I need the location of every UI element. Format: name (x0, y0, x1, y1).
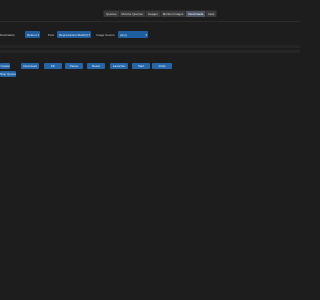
chevron-down-icon: ▾ (145, 32, 147, 37)
destination-label: Destination (0, 33, 16, 37)
create-button[interactable]: Create (0, 63, 10, 69)
start-button[interactable]: Start (132, 63, 150, 69)
stop-queue-button[interactable]: Stop Queue (Monitor) (0, 71, 16, 77)
pause-button[interactable]: Pause (65, 63, 83, 69)
tab-help[interactable]: Help (206, 10, 217, 17)
section-band (0, 50, 300, 53)
destination-value: Reference (all) (27, 32, 37, 37)
download-button[interactable]: Download (21, 63, 39, 69)
filter-controls: Destination Reference (all) ▾ Pool Repro… (0, 31, 300, 39)
chevron-down-icon: ▾ (88, 32, 90, 37)
destination-select[interactable]: Reference (all) ▾ (25, 31, 40, 38)
pool-select[interactable]: Reproduction Build(A) ▾ (57, 31, 91, 38)
tab-queries[interactable]: Queries (104, 10, 119, 17)
top-nav: Queries Monitor Queries Images Monitor I… (103, 10, 218, 17)
tab-monitor-queries[interactable]: Monitor Queries (119, 10, 145, 17)
launcher-button[interactable]: Launcher (110, 63, 128, 69)
pool-label: Pool (48, 33, 55, 37)
pool-value: Reproduction Build(A) (59, 32, 89, 37)
pin-button[interactable]: Pin (44, 63, 62, 69)
image-source-select[interactable]: (any) ▾ (118, 31, 148, 38)
tab-images[interactable]: Images (145, 10, 160, 17)
tab-downloads[interactable]: Downloads (186, 10, 206, 17)
reset-button[interactable]: Reset (87, 63, 105, 69)
tab-monitor-images[interactable]: Monitor Images (160, 10, 186, 17)
image-source-value: (any) (120, 32, 127, 37)
section-band (0, 45, 300, 48)
chevron-down-icon: ▾ (37, 32, 39, 37)
pods-button[interactable]: Pods (152, 63, 172, 69)
header-divider (0, 21, 300, 22)
image-source-label: Image Source (96, 33, 115, 37)
